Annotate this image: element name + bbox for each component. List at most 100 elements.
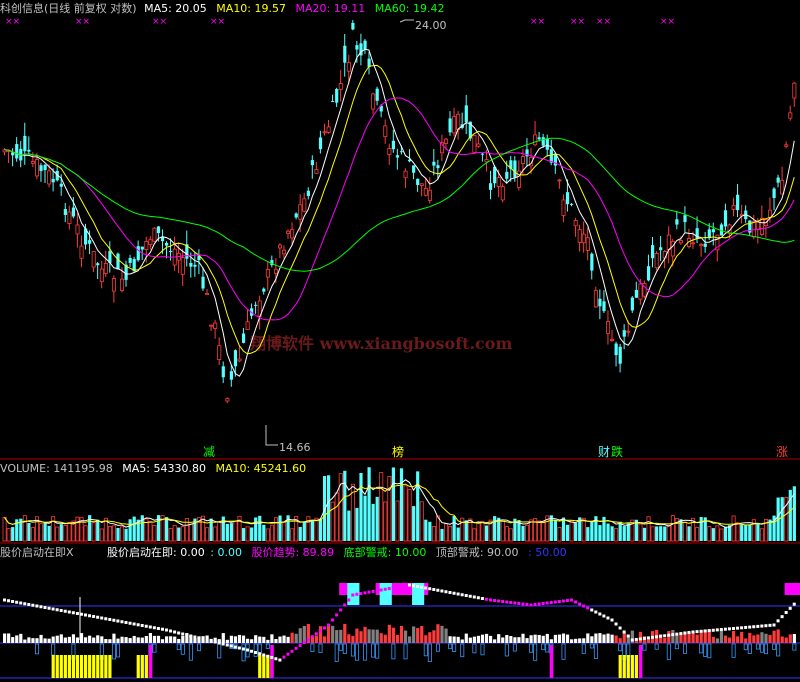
trend-dot — [306, 638, 310, 642]
candle-body — [561, 199, 566, 216]
volume-bar — [606, 523, 610, 541]
trend-dot — [788, 606, 792, 610]
indicator-bar — [156, 635, 161, 643]
volume-bar — [508, 528, 513, 542]
indicator-down-bar — [318, 643, 323, 654]
candle-body — [659, 247, 663, 251]
indicator-bar — [339, 629, 343, 643]
indicator-bar — [509, 636, 513, 643]
indicator-down-bar — [642, 643, 647, 651]
trend-dot — [553, 600, 557, 604]
trend-dot — [395, 585, 399, 589]
trend-dot — [574, 600, 578, 604]
trend-dot — [294, 646, 298, 650]
indicator-down-bar — [792, 643, 797, 651]
indicator-bar — [663, 637, 667, 643]
candle-body — [148, 239, 153, 245]
indicator-bar — [667, 631, 671, 643]
indicator-bar — [63, 637, 67, 643]
indicator-bar — [412, 626, 416, 643]
candle-body — [723, 210, 728, 227]
trend-dot — [63, 609, 67, 613]
indicator-bar — [132, 635, 136, 643]
trend-dot — [237, 646, 241, 650]
volume-bar — [759, 528, 764, 542]
indicator-bar — [351, 636, 355, 643]
trend-dot — [254, 651, 258, 654]
candle-body — [15, 144, 19, 159]
candle-body — [456, 113, 461, 130]
indicator-bar — [711, 636, 715, 643]
volume-bar — [598, 525, 602, 541]
trend-dot — [679, 632, 683, 636]
candle-body — [444, 138, 449, 144]
volume-bar — [715, 525, 720, 542]
indicator-down-bar — [354, 643, 359, 661]
candle-body — [302, 198, 307, 212]
candle-body — [622, 330, 626, 337]
top-marker: ×× — [596, 17, 611, 27]
candle-body — [318, 137, 323, 150]
indicator-down-bar — [707, 643, 712, 659]
trend-dot — [351, 593, 355, 597]
indicator-bar — [318, 626, 323, 643]
candle-body — [610, 338, 615, 341]
candle-body — [282, 249, 287, 255]
candle-body — [403, 170, 408, 179]
candle-body — [383, 125, 388, 138]
candle-body — [346, 62, 351, 72]
volume-bar — [569, 520, 574, 542]
indicator-bar — [695, 634, 699, 643]
candle-body — [201, 276, 205, 289]
trend-dot — [484, 597, 488, 601]
volume-bar — [541, 520, 546, 542]
volume-bar — [99, 528, 104, 542]
indicator-bar — [436, 624, 440, 643]
trend-dot — [290, 649, 294, 653]
trend-dot — [727, 627, 731, 631]
indicator-bar — [480, 634, 485, 643]
indicator-bar — [391, 627, 395, 643]
trend-dot — [683, 631, 687, 635]
candle-body — [670, 240, 675, 257]
indicator-down-bar — [755, 643, 760, 650]
volume-bar — [165, 517, 169, 541]
volume-bar — [111, 525, 116, 542]
indicator-bar — [736, 636, 740, 643]
indicator-bar — [432, 630, 436, 643]
trend-dot — [278, 658, 282, 662]
indicator-bar — [254, 635, 258, 643]
volume-bars — [2, 467, 796, 542]
candle-body — [703, 243, 707, 247]
indicator-bar — [727, 637, 732, 643]
candle-body — [156, 226, 161, 234]
candle-body — [391, 140, 395, 150]
trend-dot — [784, 611, 788, 614]
indicator-bar — [460, 639, 464, 643]
indicator-bar — [440, 625, 444, 643]
indicator-bar — [31, 638, 35, 643]
candle-body — [776, 177, 780, 183]
volume-bar — [241, 528, 246, 541]
trend-dot — [359, 592, 363, 596]
trend-dot — [144, 624, 148, 628]
stock-chart-canvas[interactable]: 翔博软件 www.xiangbosoft.com 减 榜 财 跌 涨 24.00… — [0, 0, 800, 682]
trend-dot — [468, 594, 472, 598]
indicator-bar — [322, 636, 327, 643]
volume-bar — [116, 528, 120, 541]
trend-dot — [675, 632, 679, 636]
volume-bar — [11, 527, 15, 541]
trend-dot — [723, 627, 727, 631]
trend-dot — [132, 622, 136, 626]
volume-bar — [6, 528, 11, 542]
trend-dot — [371, 589, 375, 593]
volume-bar — [500, 519, 505, 542]
candle-body — [88, 240, 92, 244]
candle-body — [103, 263, 108, 274]
bottom-signal-bar — [630, 655, 634, 678]
volume-bar — [91, 522, 96, 542]
trend-dot — [464, 594, 468, 597]
volume-bar — [363, 495, 367, 541]
trend-dot — [780, 615, 784, 619]
indicator-bar — [160, 639, 165, 643]
